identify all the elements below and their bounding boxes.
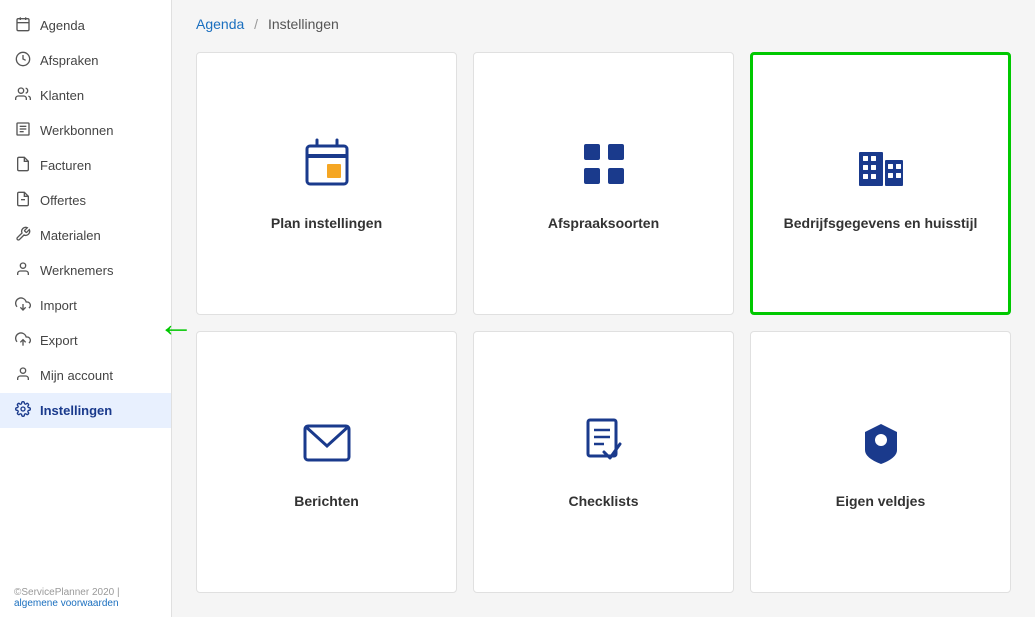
- card-afspraaksoorten[interactable]: Afspraaksoorten: [473, 52, 734, 315]
- instellingen-icon: [14, 401, 32, 420]
- klanten-icon: [14, 86, 32, 105]
- sidebar-item-import[interactable]: Import: [0, 288, 171, 323]
- sidebar-label-agenda: Agenda: [40, 18, 85, 33]
- breadcrumb: Agenda / Instellingen: [172, 0, 1035, 42]
- breadcrumb-current: Instellingen: [268, 16, 339, 32]
- sidebar-item-werkbonnen[interactable]: Werkbonnen: [0, 113, 171, 148]
- bedrijfsgegevens-icon: [853, 136, 909, 201]
- sidebar-label-werknemers: Werknemers: [40, 263, 113, 278]
- sidebar-item-afspraken[interactable]: Afspraken: [0, 43, 171, 78]
- afspraken-icon: [14, 51, 32, 70]
- settings-grid: Plan instellingen Afspraaksoorten: [172, 42, 1035, 617]
- sidebar-item-materialen[interactable]: Materialen: [0, 218, 171, 253]
- sidebar-nav: Agenda Afspraken Klanten Werkbonnen: [0, 0, 171, 579]
- sidebar-item-instellingen[interactable]: Instellingen: [0, 393, 171, 428]
- card-label-afspraaksoorten: Afspraaksoorten: [548, 215, 659, 231]
- card-label-berichten: Berichten: [294, 493, 359, 509]
- afspraaksoorten-icon: [576, 136, 632, 201]
- card-label-eigen-veldjes: Eigen veldjes: [836, 493, 925, 509]
- agenda-icon: [14, 16, 32, 35]
- sidebar-label-export: Export: [40, 333, 78, 348]
- card-eigen-veldjes[interactable]: Eigen veldjes: [750, 331, 1011, 594]
- card-label-plan-instellingen: Plan instellingen: [271, 215, 382, 231]
- card-label-checklists: Checklists: [568, 493, 638, 509]
- sidebar-item-agenda[interactable]: Agenda: [0, 8, 171, 43]
- sidebar-label-klanten: Klanten: [40, 88, 84, 103]
- sidebar: Agenda Afspraken Klanten Werkbonnen: [0, 0, 172, 617]
- main-content: Agenda / Instellingen Plan instellingen: [172, 0, 1035, 617]
- sidebar-label-afspraken: Afspraken: [40, 53, 99, 68]
- facturen-icon: [14, 156, 32, 175]
- sidebar-label-werkbonnen: Werkbonnen: [40, 123, 113, 138]
- sidebar-item-werknemers[interactable]: Werknemers: [0, 253, 171, 288]
- materialen-icon: [14, 226, 32, 245]
- sidebar-label-facturen: Facturen: [40, 158, 91, 173]
- card-label-bedrijfsgegevens: Bedrijfsgegevens en huisstijl: [784, 215, 978, 231]
- sidebar-item-facturen[interactable]: Facturen: [0, 148, 171, 183]
- sidebar-item-mijn-account[interactable]: Mijn account: [0, 358, 171, 393]
- breadcrumb-parent[interactable]: Agenda: [196, 16, 244, 32]
- plan-instellingen-icon: [299, 136, 355, 201]
- sidebar-item-export[interactable]: Export: [0, 323, 171, 358]
- berichten-icon: [299, 414, 355, 479]
- mijn-account-icon: [14, 366, 32, 385]
- card-plan-instellingen[interactable]: Plan instellingen: [196, 52, 457, 315]
- checklists-icon: [576, 414, 632, 479]
- sidebar-footer: ©ServicePlanner 2020 | algemene voorwaar…: [0, 579, 171, 617]
- werknemers-icon: [14, 261, 32, 280]
- offertes-icon: [14, 191, 32, 210]
- eigen-veldjes-icon: [853, 414, 909, 479]
- card-bedrijfsgegevens[interactable]: Bedrijfsgegevens en huisstijl: [750, 52, 1011, 315]
- card-checklists[interactable]: Checklists: [473, 331, 734, 594]
- footer-link[interactable]: algemene voorwaarden: [14, 598, 119, 609]
- sidebar-label-import: Import: [40, 298, 77, 313]
- sidebar-item-klanten[interactable]: Klanten: [0, 78, 171, 113]
- sidebar-label-materialen: Materialen: [40, 228, 101, 243]
- sidebar-item-offertes[interactable]: Offertes: [0, 183, 171, 218]
- sidebar-label-mijn-account: Mijn account: [40, 368, 113, 383]
- card-berichten[interactable]: Berichten: [196, 331, 457, 594]
- sidebar-label-offertes: Offertes: [40, 193, 86, 208]
- sidebar-label-instellingen: Instellingen: [40, 403, 112, 418]
- import-icon: [14, 296, 32, 315]
- werkbonnen-icon: [14, 121, 32, 140]
- footer-text: ©ServicePlanner 2020 |: [14, 587, 120, 598]
- export-icon: [14, 331, 32, 350]
- breadcrumb-separator: /: [254, 16, 258, 32]
